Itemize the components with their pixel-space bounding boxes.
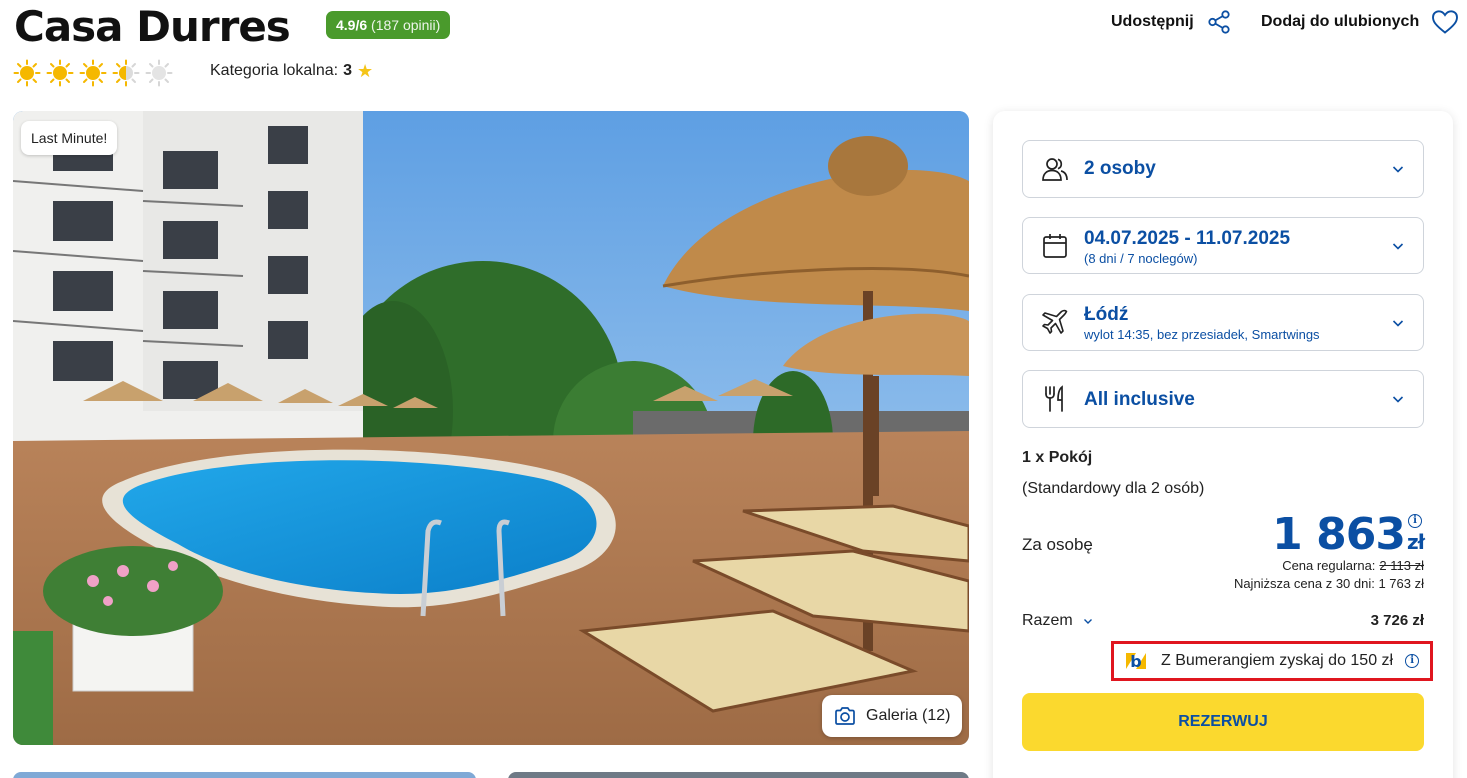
camera-icon [835,707,855,725]
add-to-favorites-button[interactable]: Dodaj do ulubionych [1261,9,1459,35]
bumerang-cashback-banner[interactable]: b Z Bumerangiem zyskaj do 150 zł i [1111,641,1433,681]
dates-value: 04.07.2025 - 11.07.2025 [1084,228,1291,249]
local-category: Kategoria lokalna: 3 ★ [210,62,373,80]
regular-price: Cena regularna: 2 113 zł [1282,558,1424,573]
share-icon [1208,10,1230,34]
star-icon: ★ [357,61,374,81]
bumerang-logo-icon: b [1126,652,1146,671]
sun-icon [46,59,74,87]
gallery-thumbnail[interactable] [508,772,969,778]
pool-scene-image [13,111,969,745]
plane-icon [1042,309,1068,334]
chevron-down-icon [1392,166,1404,173]
last-minute-badge: Last Minute! [21,121,118,155]
chevron-down-icon [1392,396,1404,403]
departure-value: Łódź [1084,304,1129,325]
board-select[interactable]: All inclusive [1022,370,1424,428]
gallery-button[interactable]: Galeria (12) [822,695,963,737]
heart-icon [1432,10,1459,34]
bumerang-info-icon[interactable]: i [1405,654,1420,668]
persons-select[interactable]: 2 osoby [1022,140,1424,198]
reserve-button[interactable]: REZERWUJ [1022,693,1424,751]
rating-score: 4.9/6 [336,17,368,33]
dates-sub: (8 dni / 7 noclegów) [1084,251,1198,266]
category-label: Kategoria lokalna: [210,62,339,79]
favorite-label: Dodaj do ulubionych [1261,13,1420,30]
total-value: 3 726 zł [1370,612,1424,629]
bumerang-text: Z Bumerangiem zyskaj do 150 zł [1161,652,1394,669]
hotel-title: Casa Durres [14,2,291,51]
price-info-icon[interactable]: i [1408,514,1422,528]
gallery-label: Galeria (12) [866,707,951,724]
price-value: 1 863 [1272,509,1406,560]
rating-reviews: (187 opinii) [371,17,441,33]
empty-sun-icon [145,59,173,87]
regular-price-label: Cena regularna: [1282,558,1376,573]
rating-badge[interactable]: 4.9/6 (187 opinii) [326,11,451,39]
calendar-icon [1043,233,1067,258]
dates-select[interactable]: 04.07.2025 - 11.07.2025 (8 dni / 7 nocle… [1022,217,1424,274]
sun-icon [13,59,41,87]
cutlery-icon [1045,385,1063,412]
persons-value: 2 osoby [1084,158,1156,179]
price-per-person: 1 863 zł [1272,509,1425,560]
sun-icon [79,59,107,87]
room-description: (Standardowy dla 2 osób) [1022,480,1205,497]
sun-rating [13,59,173,87]
departure-select[interactable]: Łódź wylot 14:35, bez przesiadek, Smartw… [1022,294,1424,351]
lowest-price-30-days: Najniższa cena z 30 dni: 1 763 zł [1233,576,1424,591]
svg-text:b: b [1130,652,1141,671]
hotel-main-photo[interactable] [13,111,969,745]
half-sun-icon [112,59,140,87]
chevron-down-icon [1392,242,1404,250]
total-toggle[interactable]: Razem [1022,612,1093,630]
category-value: 3 [343,62,352,79]
chevron-down-icon [1083,619,1092,624]
share-label: Udostępnij [1111,13,1194,30]
board-value: All inclusive [1084,389,1195,410]
per-person-label: Za osobę [1022,535,1093,554]
gallery-thumbnail[interactable] [13,772,476,778]
total-label: Razem [1022,612,1073,629]
users-icon [1042,158,1068,181]
departure-sub: wylot 14:35, bez przesiadek, Smartwings [1084,327,1320,342]
share-button[interactable]: Udostępnij [1111,9,1232,35]
room-title: 1 x Pokój [1022,449,1093,466]
chevron-down-icon [1392,319,1404,327]
price-currency: zł [1406,530,1425,554]
regular-price-value: 2 113 zł [1379,558,1424,573]
